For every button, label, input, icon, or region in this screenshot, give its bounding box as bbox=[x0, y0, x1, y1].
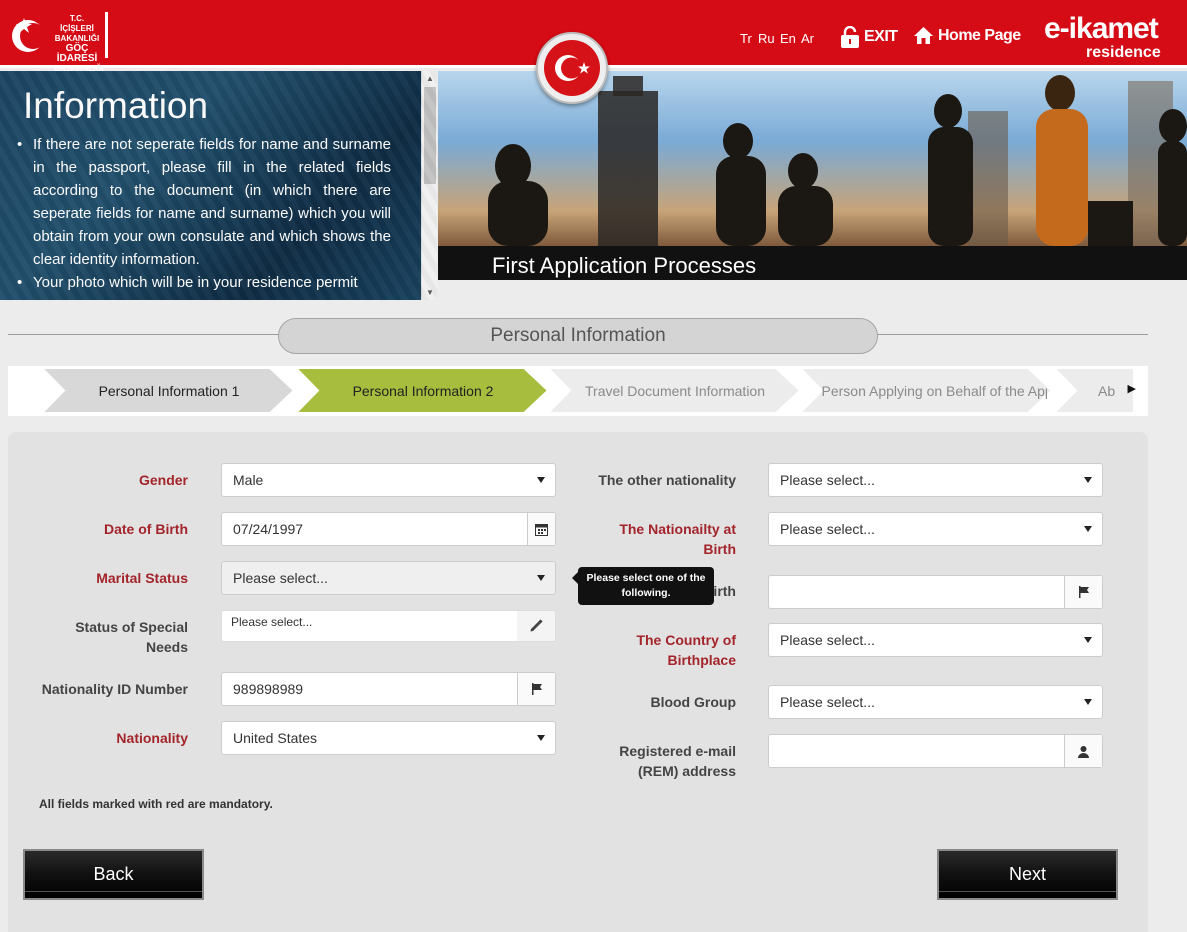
country-of-birthplace-value: Please select... bbox=[780, 632, 875, 648]
step-arrow-shape bbox=[1054, 368, 1134, 413]
nationality-at-birth-value: Please select... bbox=[780, 521, 875, 537]
rem-address-input[interactable] bbox=[768, 734, 1103, 768]
logo-line: İÇİŞLERİ BAKANLIĞI bbox=[54, 24, 100, 43]
blood-group-value: Please select... bbox=[780, 694, 875, 710]
nationality-at-birth-label: The Nationailty at Birth bbox=[619, 521, 736, 557]
chevron-down-icon bbox=[537, 735, 545, 741]
home-link[interactable]: Home Page bbox=[913, 26, 1021, 45]
info-scrollbar[interactable]: ▲ ▼ bbox=[421, 71, 437, 300]
scroll-down-icon[interactable]: ▼ bbox=[426, 288, 434, 297]
chevron-down-icon bbox=[1084, 699, 1092, 705]
home-label: Home Page bbox=[938, 26, 1021, 44]
banner-title: First Application Processes bbox=[492, 253, 757, 278]
special-needs-value: Please select... bbox=[231, 615, 313, 629]
lang-ar[interactable]: Ar bbox=[801, 31, 814, 46]
nationality-select[interactable]: United States bbox=[221, 721, 556, 755]
blood-group-label: Blood Group bbox=[650, 694, 736, 710]
chevron-down-icon bbox=[1084, 526, 1092, 532]
nationality-id-input[interactable]: 989898989 bbox=[221, 672, 556, 706]
special-needs-label: Status of Special Needs bbox=[75, 619, 188, 655]
information-item: If there are not seperate fields for nam… bbox=[15, 133, 391, 271]
step-personal-information-2[interactable]: Personal Information 2 bbox=[296, 368, 550, 413]
chevron-down-icon bbox=[537, 477, 545, 483]
chevron-down-icon bbox=[1084, 637, 1092, 643]
wizard-steps: Personal Information 1 Personal Informat… bbox=[8, 366, 1148, 416]
other-nationality-select[interactable]: Please select... bbox=[768, 463, 1103, 497]
gender-select[interactable]: Male bbox=[221, 463, 556, 497]
validation-tooltip: Please select one of the following. bbox=[572, 567, 714, 605]
section-title: Personal Information bbox=[278, 318, 878, 354]
date-of-birth-input[interactable]: 07/24/1997 bbox=[221, 512, 556, 546]
logo-text: T.C. İÇİŞLERİ BAKANLIĞI GÖÇ İDARESİ BAŞK… bbox=[54, 14, 104, 74]
logo-line: T.C. bbox=[69, 14, 85, 23]
special-needs-multiselect[interactable]: Please select... bbox=[221, 610, 556, 642]
step-label: Personal Information 2 bbox=[352, 382, 494, 399]
step-label: Travel Document Information bbox=[585, 382, 765, 399]
brand-main: e-ikamet bbox=[1044, 12, 1159, 45]
chevron-down-icon bbox=[1084, 477, 1092, 483]
chevron-down-icon bbox=[537, 575, 545, 581]
country-of-birthplace-label: The Country of Birthplace bbox=[636, 632, 736, 668]
date-of-birth-label: Date of Birth bbox=[104, 521, 188, 537]
flag-icon bbox=[1064, 576, 1102, 608]
brand-sub: residence bbox=[1086, 44, 1161, 61]
step-personal-information-1[interactable]: Personal Information 1 bbox=[42, 368, 296, 413]
scroll-thumb[interactable] bbox=[424, 87, 436, 184]
steps-next-arrow-icon[interactable]: ▶ bbox=[1128, 382, 1136, 395]
gender-label: Gender bbox=[138, 472, 188, 488]
other-nationality-label: The other nationality bbox=[598, 472, 736, 488]
exit-link[interactable]: EXIT bbox=[840, 26, 898, 48]
next-button[interactable]: Next bbox=[937, 849, 1118, 900]
back-button[interactable]: Back bbox=[23, 849, 204, 900]
step-travel-document-information[interactable]: Travel Document Information bbox=[548, 368, 802, 413]
information-title: Information bbox=[23, 85, 209, 126]
nationality-id-label: Nationality ID Number bbox=[41, 681, 188, 697]
rem-address-label: Registered e-mail (REM) address bbox=[619, 743, 736, 779]
nationality-value: United States bbox=[233, 730, 318, 746]
e-ikamet-logo[interactable]: e-ikamet residence bbox=[1040, 10, 1161, 62]
nationality-id-value: 989898989 bbox=[233, 681, 304, 697]
gender-value: Male bbox=[233, 472, 264, 488]
logo-line: GÖÇ İDARESİ bbox=[56, 43, 98, 64]
information-list: If there are not seperate fields for nam… bbox=[15, 133, 391, 294]
place-of-birth-input[interactable] bbox=[768, 575, 1103, 609]
flag-icon bbox=[517, 673, 555, 705]
country-of-birthplace-select[interactable]: Please select... bbox=[768, 623, 1103, 657]
calendar-icon[interactable] bbox=[527, 513, 555, 545]
lang-tr[interactable]: Tr bbox=[740, 31, 752, 46]
flag-disc bbox=[544, 40, 600, 96]
step-label: Personal Information 1 bbox=[98, 382, 240, 399]
information-item: Your photo which will be in your residen… bbox=[15, 271, 391, 294]
marital-status-label: Marital Status bbox=[96, 570, 188, 586]
information-panel[interactable]: Information If there are not seperate fi… bbox=[0, 71, 437, 300]
flag-crescent-icon bbox=[555, 55, 590, 81]
turkish-flag-badge bbox=[536, 32, 608, 104]
home-icon bbox=[914, 27, 933, 44]
exit-label: EXIT bbox=[864, 28, 898, 45]
hero-banner: First Application Processes bbox=[438, 71, 1187, 280]
step-label: Ab bbox=[1098, 382, 1116, 399]
date-of-birth-value: 07/24/1997 bbox=[233, 521, 304, 537]
lang-en[interactable]: En bbox=[780, 31, 796, 46]
nationality-at-birth-select[interactable]: Please select... bbox=[768, 512, 1103, 546]
marital-status-select[interactable]: Please select... bbox=[221, 561, 556, 595]
blood-group-select[interactable]: Please select... bbox=[768, 685, 1103, 719]
marital-status-value: Please select... bbox=[233, 570, 328, 586]
scroll-up-icon[interactable]: ▲ bbox=[426, 74, 434, 83]
user-icon bbox=[1064, 735, 1102, 767]
step-label: Person Applying on Behalf of the Applica… bbox=[821, 382, 1047, 399]
mandatory-note: All fields marked with red are mandatory… bbox=[39, 797, 273, 811]
step-ab[interactable]: Ab bbox=[1054, 368, 1134, 413]
nationality-label: Nationality bbox=[116, 730, 188, 746]
unlock-icon bbox=[841, 26, 859, 48]
logo-divider bbox=[105, 12, 108, 58]
crescent-star-icon bbox=[12, 18, 46, 52]
pencil-icon[interactable] bbox=[517, 611, 555, 641]
step-person-applying-on-behalf[interactable]: Person Applying on Behalf of the Applica… bbox=[800, 368, 1054, 413]
lang-ru[interactable]: Ru bbox=[758, 31, 775, 46]
other-nationality-value: Please select... bbox=[780, 472, 875, 488]
goc-idaresi-logo[interactable]: T.C. İÇİŞLERİ BAKANLIĞI GÖÇ İDARESİ BAŞK… bbox=[10, 10, 115, 73]
